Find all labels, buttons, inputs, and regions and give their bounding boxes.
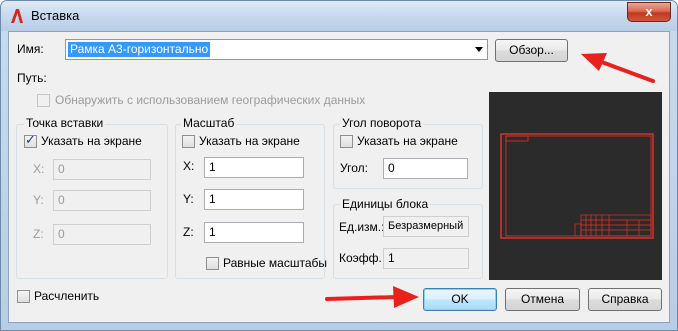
block-units-title: Единицы блока: [340, 197, 431, 211]
insertion-x-label: X:: [33, 162, 45, 176]
scale-specify-checkbox[interactable]: [182, 135, 195, 148]
browse-button[interactable]: Обзор...: [495, 39, 568, 62]
ok-button[interactable]: OK: [423, 288, 497, 311]
block-preview: [489, 92, 662, 280]
scale-z-label: Z:: [183, 225, 194, 239]
rotation-specify-checkbox[interactable]: [340, 135, 353, 148]
insertion-z-label: Z:: [33, 227, 44, 241]
name-label: Имя:: [17, 42, 44, 56]
autocad-logo-icon: [11, 9, 23, 23]
scale-x-label: X:: [183, 159, 195, 173]
uniform-scale-label: Равные масштабы: [223, 256, 327, 270]
insertion-z-input[interactable]: 0: [53, 224, 151, 245]
frame-preview-image: [500, 133, 654, 239]
angle-label: Угол:: [340, 161, 368, 175]
insertion-y-input[interactable]: 0: [53, 190, 151, 211]
path-label: Путь:: [17, 71, 47, 85]
insertion-specify-checkbox[interactable]: [24, 133, 37, 148]
scale-specify-label: Указать на экране: [199, 134, 300, 148]
title-bar[interactable]: Вставка x: [1, 1, 677, 31]
rotation-specify-label: Указать на экране: [357, 134, 458, 148]
dialog-body: Имя: Рамка А3-горизонтально Обзор... Пут…: [8, 31, 670, 323]
scale-y-label: Y:: [183, 192, 194, 206]
explode-label: Расчленить: [34, 289, 100, 303]
chevron-down-icon[interactable]: [475, 47, 483, 52]
close-button[interactable]: x: [627, 2, 671, 22]
block-name-value: Рамка А3-горизонтально: [68, 42, 211, 57]
rotation-title: Угол поворота: [340, 116, 424, 130]
insertion-y-label: Y:: [33, 193, 44, 207]
explode-checkbox[interactable]: [17, 290, 30, 303]
geo-data-label: Обнаружить с использованием географическ…: [55, 93, 366, 107]
insertion-specify-label: Указать на экране: [41, 134, 142, 148]
insertion-point-title: Точка вставки: [24, 116, 106, 130]
factor-label: Коэфф.:: [339, 251, 386, 265]
angle-input[interactable]: 0: [383, 158, 468, 179]
scale-z-input[interactable]: 1: [204, 222, 304, 243]
window-title: Вставка: [31, 8, 80, 23]
insertion-x-input[interactable]: 0: [53, 159, 151, 180]
cancel-button[interactable]: Отмена: [505, 288, 580, 311]
scale-title: Масштаб: [181, 116, 237, 130]
block-name-combobox[interactable]: Рамка А3-горизонтально: [65, 39, 488, 60]
geo-data-checkbox[interactable]: [37, 94, 50, 107]
help-button[interactable]: Справка: [588, 288, 662, 311]
factor-value: 1: [383, 248, 469, 269]
unit-label: Ед.изм.:: [339, 220, 385, 234]
uniform-scale-checkbox[interactable]: [206, 257, 219, 270]
scale-x-input[interactable]: 1: [204, 157, 304, 178]
close-icon: x: [645, 4, 653, 19]
unit-value: Безразмерный: [383, 216, 469, 237]
scale-y-input[interactable]: 1: [204, 189, 304, 210]
insert-dialog: Вставка x Имя: Рамка А3-горизонтально Об…: [0, 0, 678, 331]
